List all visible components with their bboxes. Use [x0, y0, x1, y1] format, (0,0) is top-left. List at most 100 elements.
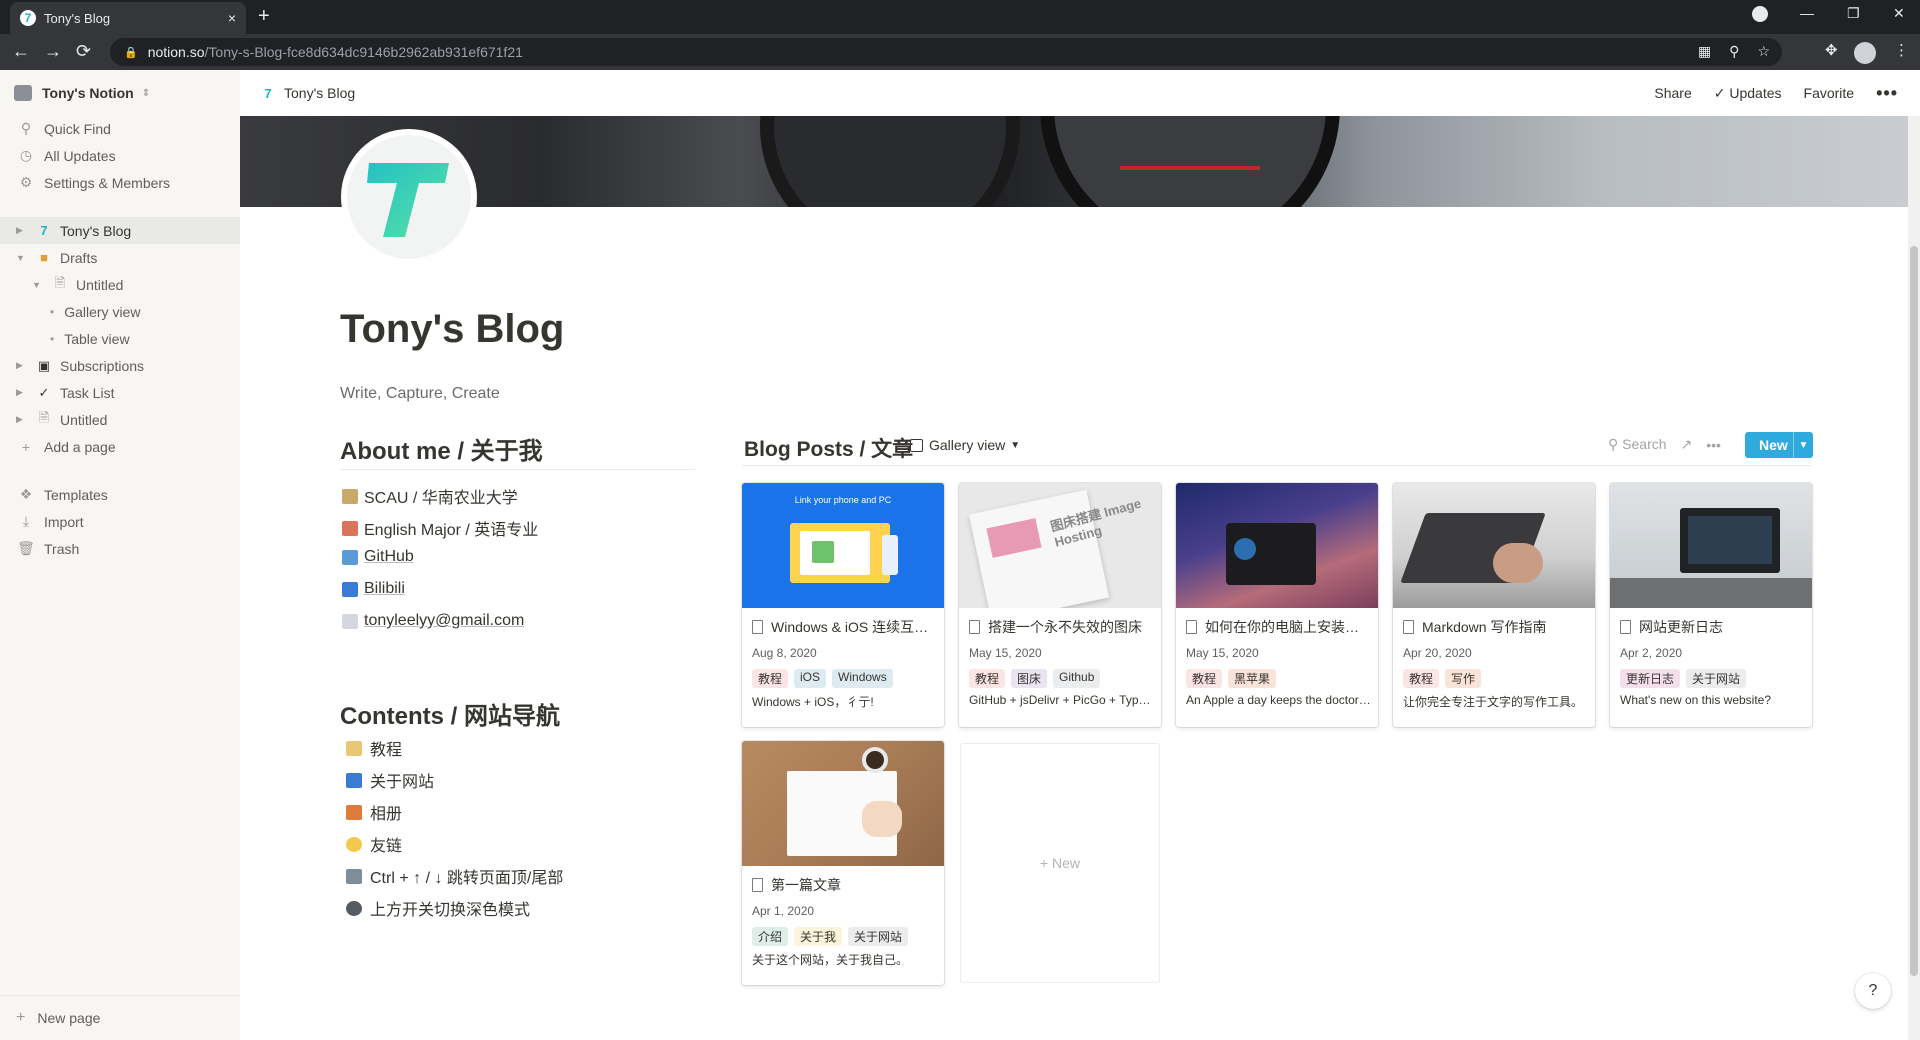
- sidebar-item-label: Add a page: [44, 438, 116, 455]
- chevron-updown-icon: ⇕: [141, 87, 151, 99]
- tag: 介绍: [752, 927, 789, 946]
- sidebar-quick-find[interactable]: ⚲ Quick Find: [0, 115, 240, 142]
- gallery-card[interactable]: 图床搭建 Image Hosting 搭建一个永不失效的图床 May 15, 2…: [959, 483, 1161, 727]
- bilibili-link[interactable]: Bilibili: [364, 580, 405, 598]
- expand-triangle-icon[interactable]: ▶: [16, 360, 30, 371]
- gallery-view-switcher[interactable]: Gallery view ▼: [910, 437, 1020, 453]
- sidebar-item-label: Import: [44, 513, 84, 530]
- gallery-card[interactable]: 第一篇文章 Apr 1, 2020 介绍 关于我 关于网站 关于这个网站，关于我…: [742, 741, 944, 985]
- card-tags: 介绍 关于我 关于网站: [752, 927, 909, 946]
- new-tab-button[interactable]: +: [258, 5, 270, 28]
- gallery-card[interactable]: Link your phone and PC Windows & iOS 连续互…: [742, 483, 944, 727]
- card-description: 关于这个网站，关于我自己。: [752, 953, 909, 967]
- page-scrollbar[interactable]: [1908, 116, 1920, 1040]
- favorite-button[interactable]: Favorite: [1804, 85, 1855, 101]
- email-link[interactable]: tonyleelyy@gmail.com: [364, 612, 524, 630]
- memo-icon: [346, 740, 362, 756]
- sidebar-item-table-view[interactable]: • Table view: [0, 325, 240, 352]
- expand-triangle-icon[interactable]: ▶: [16, 387, 30, 398]
- extensions-icon[interactable]: ✥: [1825, 41, 1838, 59]
- github-link[interactable]: GitHub: [364, 548, 414, 566]
- bookmark-star-icon[interactable]: ☆: [1757, 43, 1770, 60]
- divider: [340, 469, 695, 470]
- card-date: May 15, 2020: [969, 646, 1042, 660]
- browser-menu-icon[interactable]: ⋮: [1894, 41, 1909, 59]
- forward-button[interactable]: →: [44, 41, 62, 62]
- workspace-name: Tony's Notion: [42, 85, 134, 101]
- chevron-down-icon[interactable]: ▼: [1793, 432, 1813, 458]
- more-options-button[interactable]: •••: [1876, 83, 1898, 104]
- contents-item-friends[interactable]: 友链: [346, 832, 402, 856]
- sidebar-trash[interactable]: 🗑 Trash: [0, 535, 240, 562]
- sidebar-item-drafts[interactable]: ▼ ■ Drafts: [0, 244, 240, 271]
- tag: iOS: [794, 669, 827, 688]
- page-subtitle[interactable]: Write, Capture, Create: [340, 385, 500, 403]
- card-title-text: 第一篇文章: [771, 877, 841, 893]
- translate-icon[interactable]: ▦: [1698, 43, 1711, 60]
- contents-item-tutorials[interactable]: 教程: [346, 736, 402, 760]
- about-item-bilibili[interactable]: Bilibili: [342, 580, 405, 598]
- gallery-title[interactable]: Blog Posts / 文章: [744, 433, 913, 463]
- tv-icon: [342, 581, 358, 597]
- sidebar-item-gallery-view[interactable]: • Gallery view: [0, 298, 240, 325]
- share-button[interactable]: Share: [1654, 85, 1691, 101]
- sidebar-item-task-list[interactable]: ▶ ✓ Task List: [0, 379, 240, 406]
- sidebar-item-untitled-draft[interactable]: ▼ 🗎 Untitled: [0, 271, 240, 298]
- more-options-icon[interactable]: •••: [1706, 437, 1721, 453]
- page-title[interactable]: Tony's Blog: [340, 307, 564, 352]
- gallery-new-button[interactable]: New ▼: [1745, 432, 1813, 458]
- sidebar-import[interactable]: ⤓ Import: [0, 508, 240, 535]
- zoom-icon[interactable]: ⚲: [1729, 43, 1739, 60]
- profile-avatar[interactable]: [1854, 42, 1876, 64]
- gallery-search[interactable]: ⚲ Search: [1608, 436, 1667, 453]
- tab-close-icon[interactable]: ×: [228, 10, 236, 26]
- workspace-switcher[interactable]: Tony's Notion ⇕: [14, 85, 150, 101]
- url-host: notion.so: [147, 44, 205, 60]
- new-page-button[interactable]: + New page: [0, 995, 240, 1040]
- expand-icon[interactable]: ↗: [1681, 436, 1693, 453]
- sidebar-settings[interactable]: ⚙ Settings & Members: [0, 169, 240, 196]
- address-bar-icons: ▦ ⚲ ☆: [1698, 43, 1770, 60]
- sidebar-item-untitled[interactable]: ▶ 🗎 Untitled: [0, 406, 240, 433]
- sidebar-templates[interactable]: ❖ Templates: [0, 481, 240, 508]
- browser-tab[interactable]: 7 Tony's Blog ×: [10, 2, 246, 34]
- collapse-triangle-icon[interactable]: ▼: [16, 253, 30, 263]
- contents-item-about-site[interactable]: 关于网站: [346, 768, 434, 792]
- minimize-button[interactable]: —: [1800, 5, 1814, 21]
- restore-button[interactable]: ❐: [1847, 5, 1860, 22]
- sidebar-all-updates[interactable]: ◷ All Updates: [0, 142, 240, 169]
- expand-triangle-icon[interactable]: ▶: [16, 414, 30, 425]
- about-item-major[interactable]: English Major / 英语专业: [342, 516, 538, 540]
- gallery-card[interactable]: Markdown 写作指南 Apr 20, 2020 教程 写作 让你完全专注于…: [1393, 483, 1595, 727]
- about-item-email[interactable]: tonyleelyy@gmail.com: [342, 612, 524, 630]
- search-icon: ⚲: [20, 120, 32, 136]
- contents-heading[interactable]: Contents / 网站导航: [340, 696, 560, 731]
- updates-button[interactable]: ✓ Updates: [1714, 85, 1782, 102]
- about-item-school[interactable]: SCAU / 华南农业大学: [342, 484, 518, 508]
- collapse-triangle-icon[interactable]: ▼: [32, 280, 46, 290]
- about-heading[interactable]: About me / 关于我: [340, 431, 543, 466]
- scrollbar-thumb[interactable]: [1910, 246, 1918, 976]
- address-bar[interactable]: 🔒 notion.so/Tony-s-Blog-fce8d634dc9146b2…: [110, 38, 1782, 66]
- sidebar-add-page[interactable]: + Add a page: [0, 433, 240, 460]
- gallery-card[interactable]: 网站更新日志 Apr 2, 2020 更新日志 关于网站 What's new …: [1610, 483, 1812, 727]
- gallery-new-card[interactable]: + New: [960, 743, 1160, 983]
- media-control-icon[interactable]: [1752, 6, 1768, 22]
- expand-triangle-icon[interactable]: ▶: [16, 225, 30, 236]
- trash-icon: 🗑: [17, 540, 35, 556]
- contents-item-dark-mode[interactable]: 上方开关切换深色模式: [346, 896, 530, 920]
- breadcrumb[interactable]: 7 Tony's Blog: [260, 85, 355, 101]
- document-icon: 🗎: [54, 274, 66, 290]
- sidebar-item-tonys-blog[interactable]: ▶ 7 Tony's Blog: [0, 217, 240, 244]
- contents-item-album[interactable]: 相册: [346, 800, 402, 824]
- window-close-button[interactable]: ✕: [1893, 5, 1905, 22]
- about-item-github[interactable]: GitHub: [342, 548, 414, 566]
- gallery-card[interactable]: 如何在你的电脑上安装… May 15, 2020 教程 黑苹果 An Apple…: [1176, 483, 1378, 727]
- computer-icon: [342, 549, 358, 565]
- help-button[interactable]: ?: [1855, 973, 1891, 1009]
- reload-button[interactable]: ⟳: [76, 41, 91, 62]
- contents-item-shortcut[interactable]: Ctrl + ↑ / ↓ 跳转页面顶/尾部: [346, 864, 563, 888]
- sidebar-item-subscriptions[interactable]: ▶ ▣ Subscriptions: [0, 352, 240, 379]
- back-button[interactable]: ←: [12, 41, 30, 62]
- page-icon[interactable]: [347, 135, 471, 259]
